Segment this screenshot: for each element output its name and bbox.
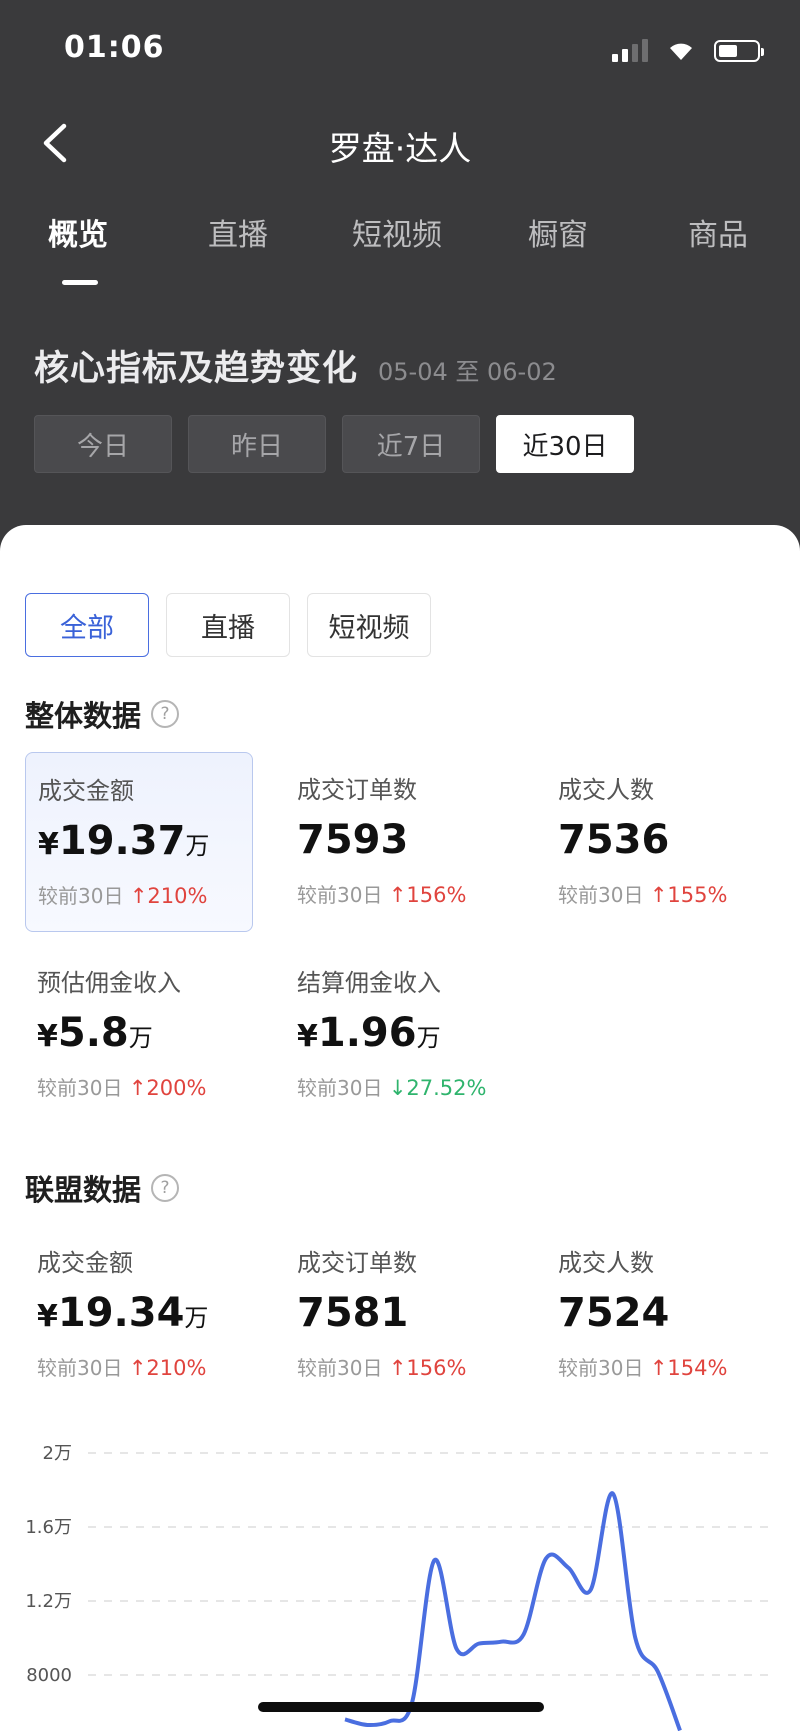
signal-icon [612,38,648,62]
type-filter: 全部 直播 短视频 [25,593,431,657]
range-7d-button[interactable]: 近7日 [342,415,480,473]
metric-label: 成交人数 [558,776,654,804]
metric-compare: 较前30日 ↑200% [37,1076,207,1100]
metric-value: 7536 [558,817,670,863]
core-title: 核心指标及趋势变化 [34,349,359,389]
league-title: 联盟数据 ? [25,1167,180,1209]
metric-value: ¥19.34万 [37,1290,209,1336]
metric-label: 成交人数 [558,1249,654,1277]
metric-card[interactable]: 预估佣金收入 ¥5.8万 较前30日 ↑200% [25,945,253,1125]
metric-card[interactable]: 结算佣金收入 ¥1.96万 较前30日 ↓27.52% [285,945,513,1125]
status-icons [612,38,764,62]
overall-title: 整体数据 ? [25,693,180,735]
range-today-button[interactable]: 今日 [34,415,172,473]
metric-compare: 较前30日 ↑210% [38,884,208,908]
metric-label: 成交订单数 [297,1249,417,1277]
metric-card[interactable]: 成交人数 7536 较前30日 ↑155% [546,752,774,932]
league-title-text: 联盟数据 [25,1173,142,1207]
metric-compare: 较前30日 ↑210% [37,1356,207,1380]
help-icon[interactable]: ? [151,700,180,728]
range-30d-button[interactable]: 近30日 [496,415,634,473]
y-tick-label: 8000 [26,1665,72,1686]
tab-overview[interactable]: 概览 [48,210,108,254]
metric-compare: 较前30日 ↑155% [558,883,728,907]
range-yesterday-button[interactable]: 昨日 [188,415,326,473]
metric-label: 成交金额 [37,1249,133,1277]
help-icon[interactable]: ? [151,1174,180,1202]
metric-label: 结算佣金收入 [297,969,441,997]
trend-chart: 2万 1.6万 1.2万 8000 [25,1443,775,1731]
active-tab-indicator [62,280,98,285]
metric-value: 7593 [297,817,409,863]
wifi-icon [670,43,692,60]
metric-label: 预估佣金收入 [37,969,181,997]
metric-value: 7524 [558,1290,670,1336]
tab-short-video[interactable]: 短视频 [352,210,442,254]
tab-showcase[interactable]: 橱窗 [528,210,588,254]
main-tabs: 概览 直播 短视频 橱窗 商品 [0,210,800,280]
metric-compare: 较前30日 ↑154% [558,1356,728,1380]
metric-value: ¥19.37万 [38,818,210,864]
overall-title-text: 整体数据 [25,699,142,733]
core-header: 核心指标及趋势变化 05-04 至 06-02 [34,340,557,391]
metric-card[interactable]: 成交人数 7524 较前30日 ↑154% [546,1225,774,1405]
y-tick-label: 2万 [43,1443,72,1464]
metric-value: ¥1.96万 [297,1010,441,1056]
metric-card[interactable]: 成交金额 ¥19.34万 较前30日 ↑210% [25,1225,253,1405]
metric-value: ¥5.8万 [37,1010,153,1056]
tab-live[interactable]: 直播 [208,210,268,254]
y-tick-label: 1.6万 [25,1517,72,1538]
status-time: 01:06 [64,30,165,65]
metric-value: 7581 [297,1290,409,1336]
range-selector: 今日 昨日 近7日 近30日 [34,415,634,473]
metric-compare: 较前30日 ↑156% [297,1356,467,1380]
metric-compare: 较前30日 ↓27.52% [297,1076,487,1100]
y-tick-label: 1.2万 [25,1591,72,1612]
metric-card[interactable]: 成交金额 ¥19.37万 较前30日 ↑210% [25,752,253,932]
metric-card[interactable]: 成交订单数 7593 较前30日 ↑156% [285,752,513,932]
date-range: 05-04 至 06-02 [378,358,557,386]
type-all-button[interactable]: 全部 [25,593,149,657]
metric-card[interactable]: 成交订单数 7581 较前30日 ↑156% [285,1225,513,1405]
status-bar: 01:06 [0,0,800,100]
type-live-button[interactable]: 直播 [166,593,290,657]
tab-products[interactable]: 商品 [688,210,748,254]
battery-icon [714,40,764,62]
metric-compare: 较前30日 ↑156% [297,883,467,907]
home-indicator [258,1702,544,1712]
type-short-video-button[interactable]: 短视频 [307,593,431,657]
metric-label: 成交金额 [38,777,134,805]
page-title: 罗盘·达人 [328,129,472,168]
metric-label: 成交订单数 [297,776,417,804]
trend-line [344,1491,682,1731]
